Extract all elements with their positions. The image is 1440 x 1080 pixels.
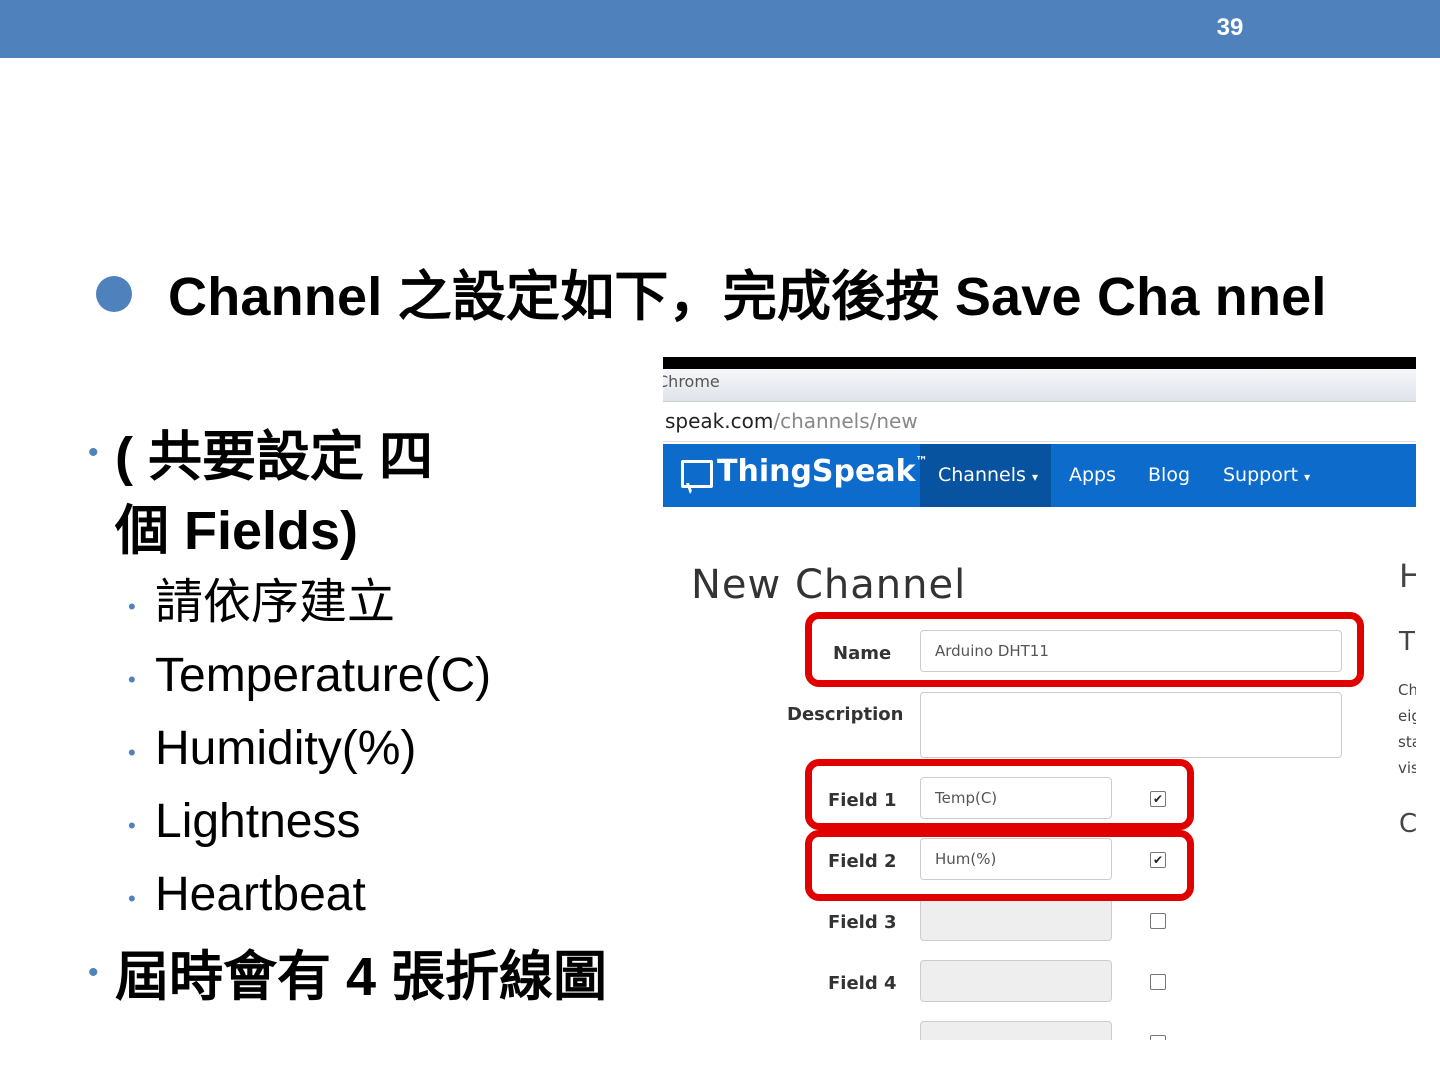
bullet-dot-icon: •	[88, 436, 99, 469]
bullet-dot-icon: •	[128, 886, 136, 911]
field4-checkbox[interactable]	[1150, 974, 1166, 990]
bullet-dot-icon: •	[128, 667, 136, 692]
bullet-humidity: Humidity(%)	[155, 722, 417, 775]
url-host: speak.com	[665, 409, 774, 433]
bullet-dot-icon: •	[128, 594, 136, 619]
description-label: Description	[787, 704, 904, 725]
trademark-mark: ™	[915, 454, 928, 468]
chevron-down-icon: ▾	[1304, 470, 1311, 484]
field2-highlight-box	[805, 830, 1194, 901]
thingspeak-screenshot: Chrome speak.com/channels/new ThingSpeak…	[663, 357, 1416, 1040]
field1-highlight-box	[805, 759, 1194, 830]
description-textarea[interactable]	[920, 692, 1342, 758]
nav-blog[interactable]: Blog	[1148, 464, 1190, 486]
side-fragment: sta	[1398, 733, 1416, 751]
side-fragment: vis	[1398, 759, 1416, 777]
field5-input[interactable]	[920, 1021, 1112, 1040]
bullet-dot-icon: •	[88, 956, 99, 989]
thingspeak-logo-icon[interactable]	[681, 460, 713, 488]
screenshot-border	[663, 357, 1416, 369]
nav-support-label: Support	[1223, 464, 1299, 486]
browser-tab-bar	[663, 369, 1416, 402]
side-fragment: C	[1399, 809, 1416, 839]
field3-input[interactable]	[920, 899, 1112, 941]
page-title: New Channel	[691, 562, 967, 608]
side-fragment: Ch	[1398, 681, 1416, 699]
bullet-dot-icon: •	[128, 813, 136, 838]
slide-heading: Channel 之設定如下，完成後按 Save Cha nnel	[168, 267, 1327, 327]
thingspeak-logo[interactable]: ThingSpeak™	[717, 454, 928, 489]
field3-label: Field 3	[828, 912, 897, 933]
bullet-fields-note: ( 共要設定 四個 Fields)	[115, 427, 433, 561]
bullet-charts: 屆時會有 4 張折線圖	[115, 947, 608, 1007]
name-highlight-box	[805, 612, 1364, 687]
field4-label: Field 4	[828, 973, 897, 994]
bullet-temperature: Temperature(C)	[155, 649, 492, 702]
field3-checkbox[interactable]	[1150, 913, 1166, 929]
side-fragment: H	[1399, 557, 1416, 595]
bullet-lightness: Lightness	[155, 795, 361, 848]
url-text[interactable]: speak.com/channels/new	[665, 409, 918, 433]
bullet-order: 請依序建立	[155, 576, 396, 629]
browser-label: Chrome	[663, 372, 720, 391]
field5-checkbox[interactable]	[1150, 1035, 1166, 1040]
nav-apps[interactable]: Apps	[1069, 464, 1116, 486]
url-path: /channels/new	[773, 409, 918, 433]
side-fragment: eig	[1398, 707, 1416, 725]
heading-bullet-icon	[96, 276, 132, 312]
page-number: 39	[1216, 14, 1244, 41]
bullet-heartbeat: Heartbeat	[155, 868, 366, 921]
nav-support[interactable]: Support ▾	[1223, 464, 1310, 486]
nav-channels[interactable]: Channels ▾	[938, 464, 1038, 486]
field4-input[interactable]	[920, 960, 1112, 1002]
logo-text: ThingSpeak	[717, 454, 916, 489]
bullet-dot-icon: •	[128, 740, 136, 765]
chevron-down-icon: ▾	[1031, 470, 1038, 484]
nav-channels-label: Channels	[938, 464, 1026, 486]
side-fragment: T	[1399, 627, 1415, 657]
